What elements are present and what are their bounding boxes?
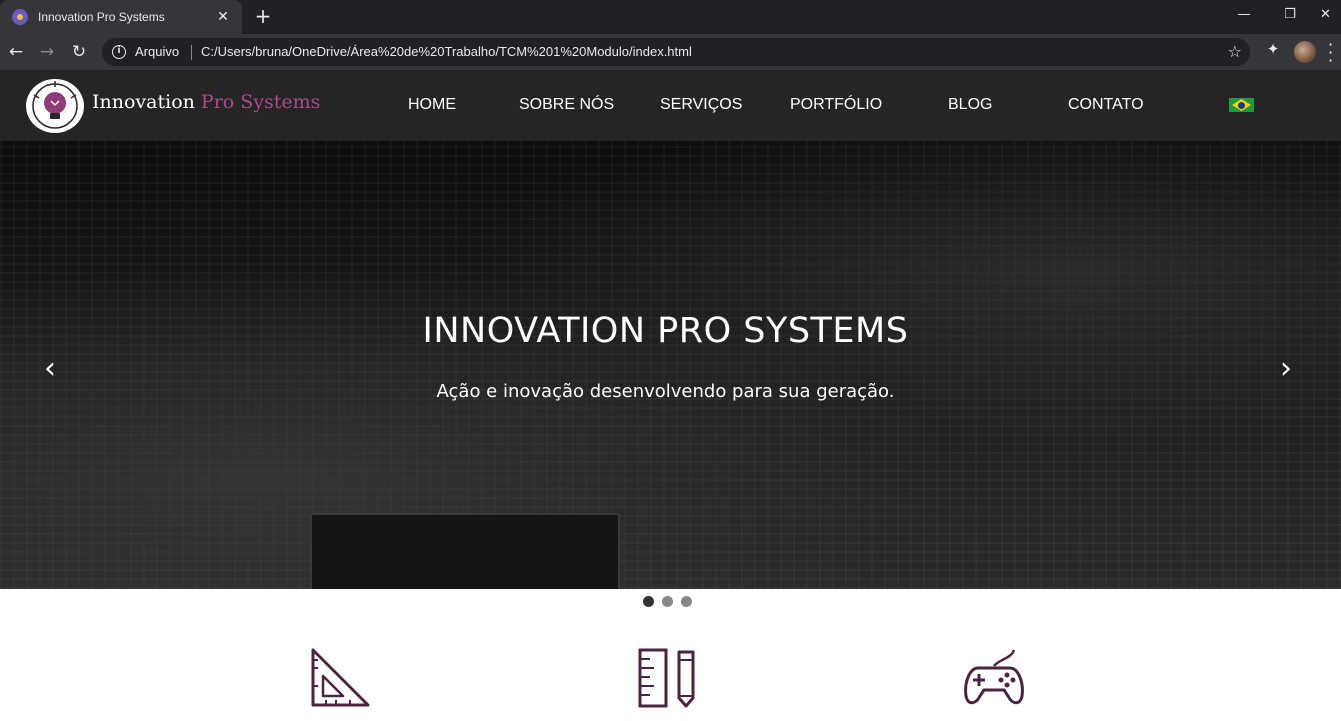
- carousel-indicator-3[interactable]: [681, 596, 692, 607]
- brazil-flag-icon[interactable]: [1229, 98, 1254, 112]
- logo[interactable]: [26, 79, 84, 133]
- nav-sobre-nos[interactable]: SOBRE NÓS: [519, 96, 614, 114]
- browser-tabstrip: Innovation Pro Systems ✕ + — ❐ ✕: [0, 0, 1341, 34]
- hero-subtitle: Ação e inovação desenvolvendo para sua g…: [436, 381, 895, 402]
- site-header: Innovation Pro Systems HOME SOBRE NÓS SE…: [0, 70, 1341, 141]
- gamepad-icon: [964, 649, 1024, 705]
- close-window-button[interactable]: ✕: [1310, 4, 1341, 26]
- brand-name-part2: Pro Systems: [200, 91, 321, 113]
- address-bar[interactable]: i Arquivo C:/Users/bruna/OneDrive/Área%2…: [102, 38, 1250, 66]
- hero-carousel: INNOVATION PRO SYSTEMS Ação e inovação d…: [0, 141, 1341, 589]
- ruler-pencil-icon: [638, 648, 695, 708]
- carousel-indicator-2[interactable]: [662, 596, 673, 607]
- maximize-button[interactable]: ❐: [1270, 4, 1310, 26]
- brand-name-part1: Innovation: [92, 91, 201, 113]
- new-tab-button[interactable]: +: [252, 5, 274, 27]
- reload-button[interactable]: ↻: [67, 40, 91, 64]
- nav-blog[interactable]: BLOG: [948, 96, 992, 114]
- carousel-indicator-1[interactable]: [643, 596, 654, 607]
- carousel-indicators: [643, 596, 692, 608]
- minimize-button[interactable]: —: [1224, 4, 1264, 26]
- brand-name[interactable]: Innovation Pro Systems: [92, 91, 320, 113]
- nav-portfolio[interactable]: PORTFÓLIO: [790, 96, 882, 114]
- set-square-icon: [311, 648, 370, 707]
- info-icon[interactable]: i: [112, 45, 126, 59]
- lightbulb-logo-icon: [32, 81, 78, 129]
- bookmark-star-icon[interactable]: ☆: [1228, 42, 1242, 61]
- nav-contato[interactable]: CONTATO: [1068, 96, 1144, 114]
- tab-close-icon[interactable]: ✕: [214, 8, 232, 26]
- tab-favicon-icon: [12, 9, 28, 25]
- tab-title: Innovation Pro Systems: [38, 10, 165, 24]
- address-divider: [191, 45, 192, 60]
- nav-servicos[interactable]: SERVIÇOS: [660, 96, 742, 114]
- origin-label: Arquivo: [135, 44, 180, 59]
- carousel-prev-icon[interactable]: ‹: [38, 353, 62, 385]
- back-button[interactable]: ←: [4, 40, 28, 64]
- extensions-icon[interactable]: ✦: [1263, 40, 1283, 60]
- url-text[interactable]: C:/Users/bruna/OneDrive/Área%20de%20Trab…: [201, 44, 692, 59]
- profile-avatar[interactable]: [1294, 41, 1316, 63]
- forward-button[interactable]: →: [35, 40, 59, 64]
- browser-menu-icon[interactable]: · · ·: [1328, 37, 1338, 69]
- circuit-chip-decoration: [310, 513, 620, 589]
- hero-title: INNOVATION PRO SYSTEMS: [422, 311, 909, 351]
- browser-tab[interactable]: Innovation Pro Systems ✕: [0, 0, 242, 34]
- carousel-next-icon[interactable]: ›: [1274, 353, 1298, 385]
- nav-home[interactable]: HOME: [408, 96, 456, 114]
- browser-toolbar: ← → ↻ i Arquivo C:/Users/bruna/OneDrive/…: [0, 34, 1341, 70]
